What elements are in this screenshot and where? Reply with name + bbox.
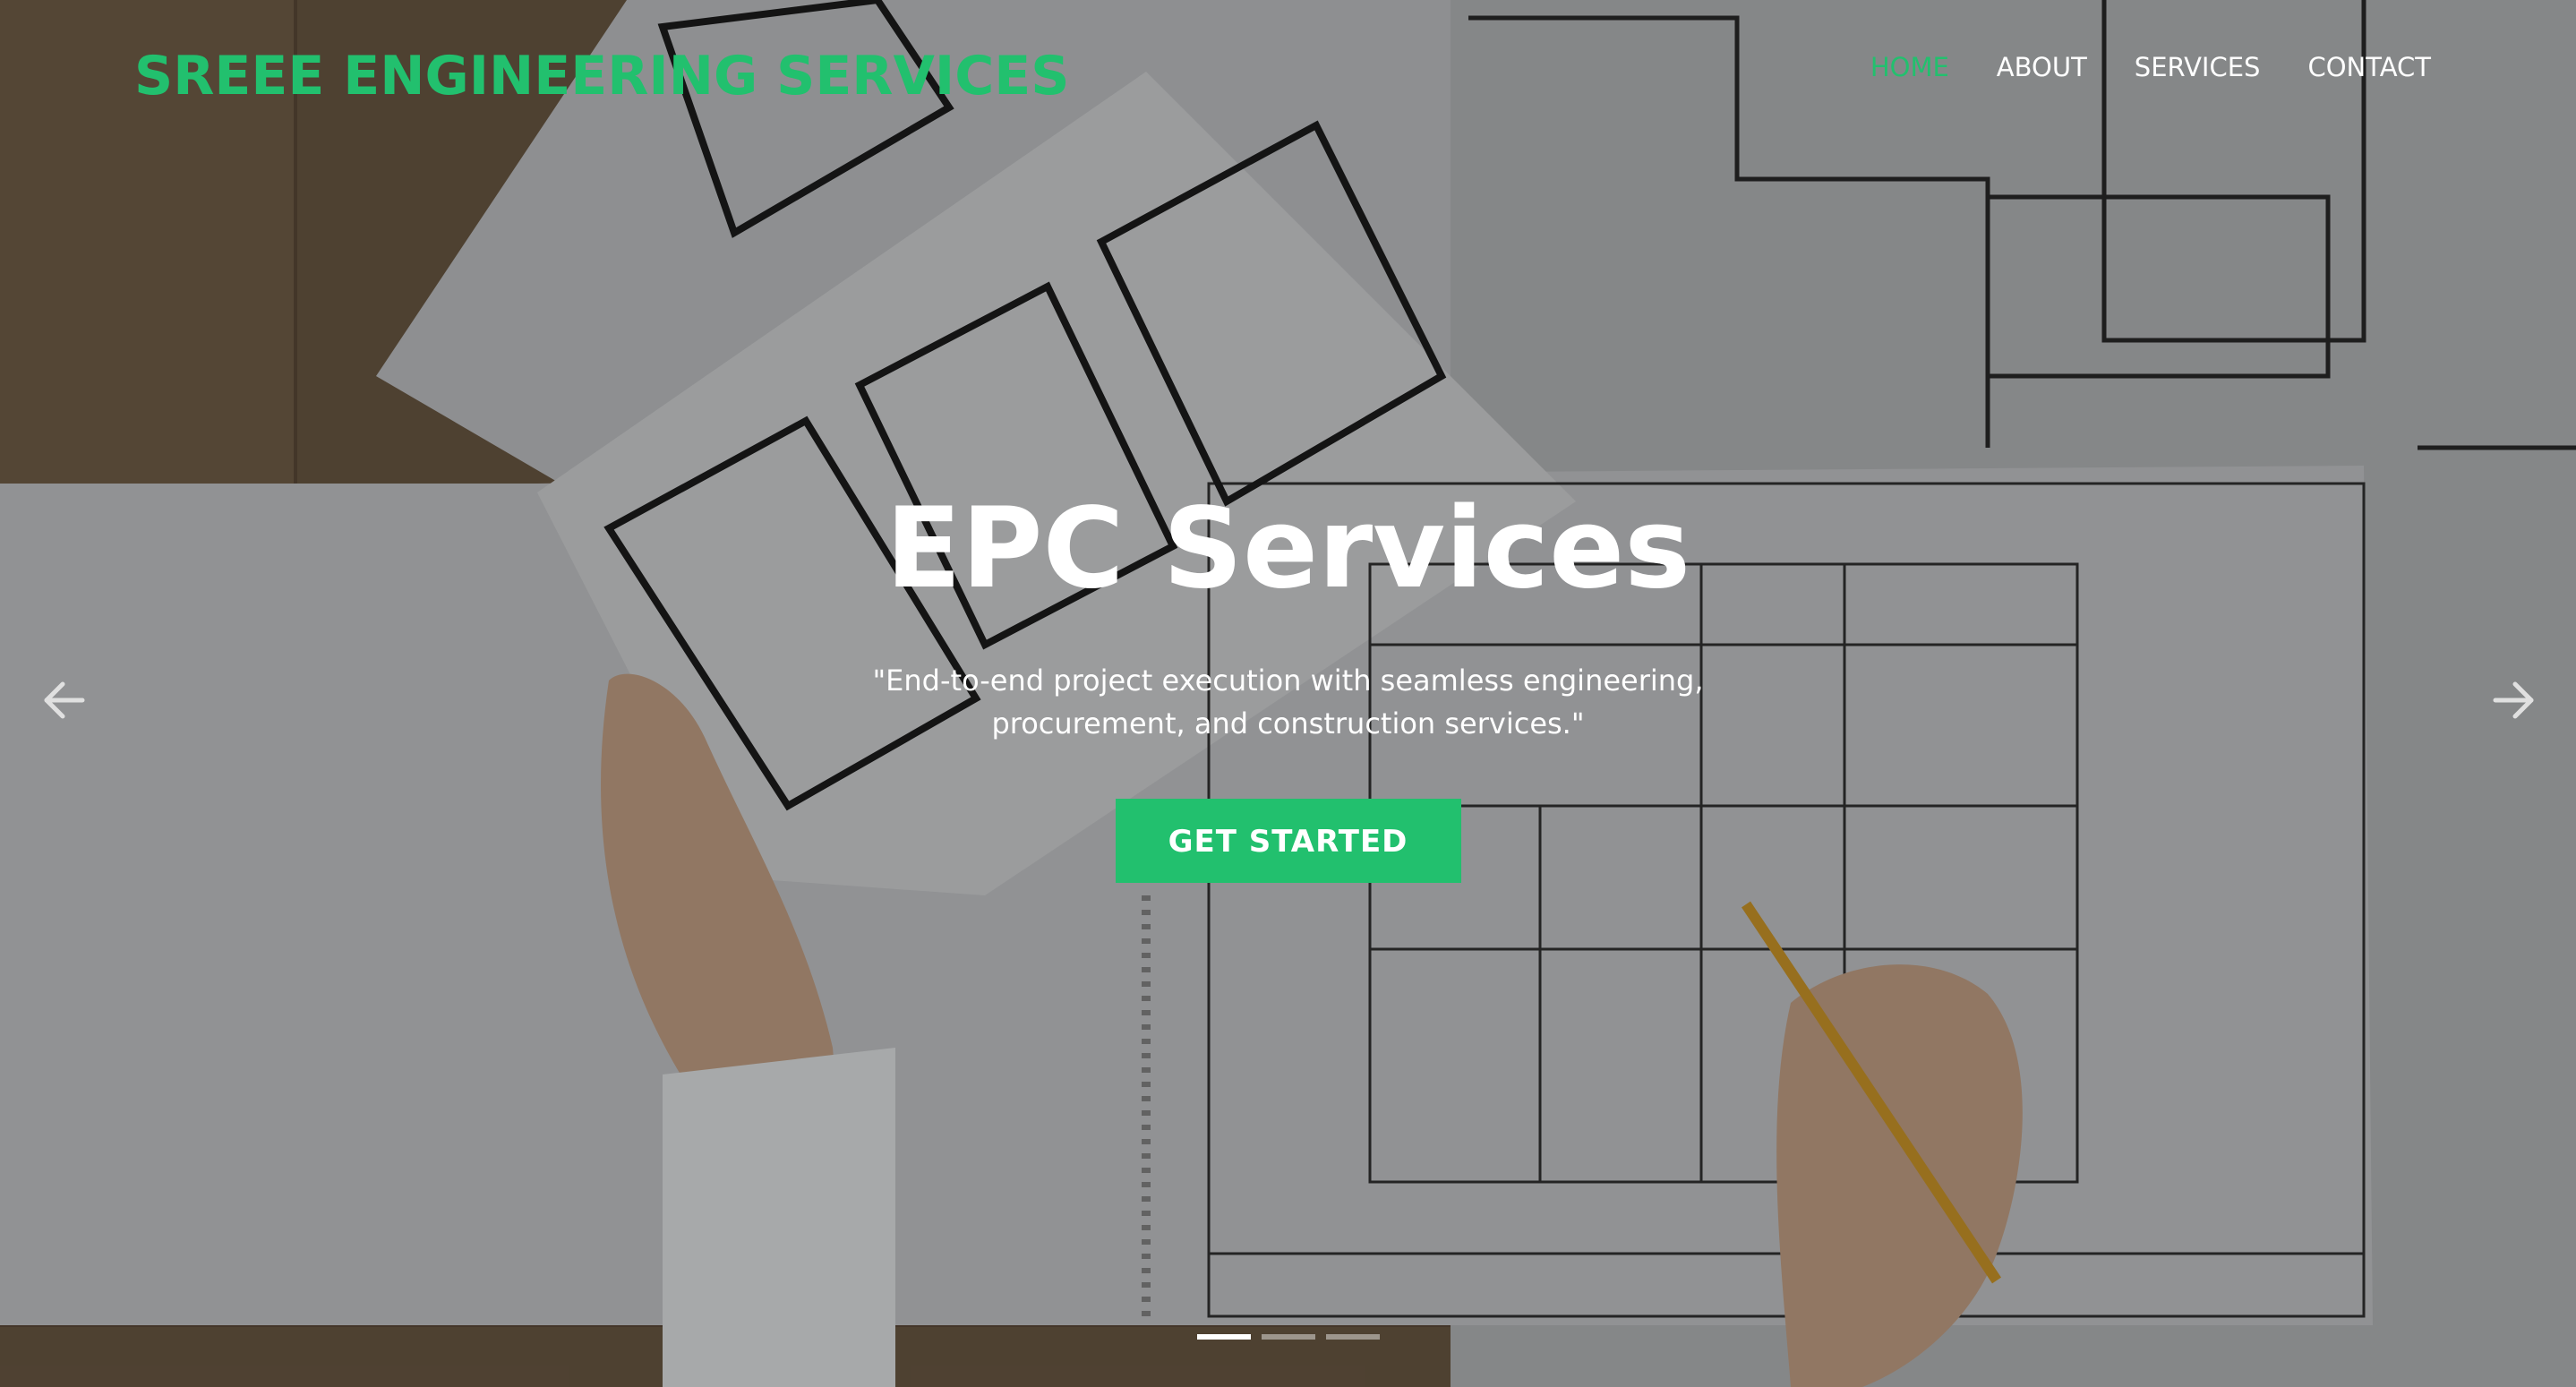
carousel-next-button[interactable] <box>2486 673 2540 727</box>
carousel-prev-button[interactable] <box>38 673 91 727</box>
carousel-indicators <box>0 1334 2576 1340</box>
hero-headline: EPC Services <box>885 484 1691 613</box>
hero-subtitle: "End-to-end project execution with seaml… <box>872 664 1704 741</box>
carousel-indicator-3[interactable] <box>1325 1334 1380 1340</box>
nav-item-about[interactable]: ABOUT <box>1997 52 2087 82</box>
carousel-indicator-1[interactable] <box>1196 1334 1251 1340</box>
main-nav: HOME ABOUT SERVICES CONTACT <box>1823 52 2431 82</box>
nav-item-contact[interactable]: CONTACT <box>2307 52 2431 82</box>
arrow-right-icon <box>2493 681 2534 719</box>
hero-carousel: SREEE ENGINEERING SERVICES HOME ABOUT SE… <box>0 0 2576 1387</box>
arrow-left-icon <box>44 681 85 719</box>
nav-item-services[interactable]: SERVICES <box>2135 52 2261 82</box>
brand-logo[interactable]: SREEE ENGINEERING SERVICES <box>134 45 1070 107</box>
hero-content: EPC Services "End-to-end project executi… <box>0 482 2576 883</box>
get-started-button[interactable]: GET STARTED <box>1115 799 1461 883</box>
carousel-indicator-2[interactable] <box>1261 1334 1315 1340</box>
nav-item-home[interactable]: HOME <box>1870 52 1949 82</box>
